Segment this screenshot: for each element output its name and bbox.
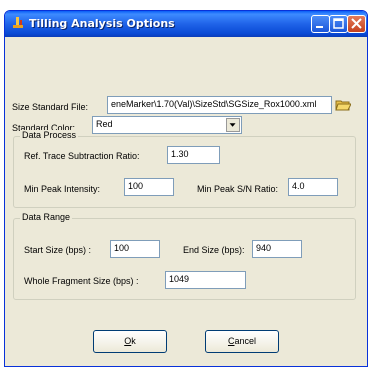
ok-button[interactable]: Ok: [93, 330, 167, 353]
size-standard-label: Size Standard File:: [12, 102, 89, 112]
min-peak-input[interactable]: 100: [124, 178, 174, 196]
ok-label: k: [131, 336, 136, 346]
start-size-label: Start Size (bps) :: [24, 245, 92, 255]
standard-color-value: Red: [96, 119, 113, 129]
open-folder-icon[interactable]: [335, 98, 351, 112]
min-peak-label: Min Peak Intensity:: [24, 184, 101, 194]
ref-trace-input[interactable]: 1.30: [167, 146, 220, 164]
title-bar[interactable]: Tilling Analysis Options: [5, 11, 367, 37]
cancel-label: ancel: [234, 336, 256, 346]
whole-fragment-label: Whole Fragment Size (bps) :: [24, 276, 139, 286]
size-standard-field[interactable]: eneMarker\1.70(Val)\SizeStd\SGSize_Rox10…: [107, 96, 332, 114]
minimize-button[interactable]: [311, 15, 330, 33]
maximize-icon: [333, 18, 344, 29]
min-sn-label: Min Peak S/N Ratio:: [197, 184, 279, 194]
data-range-title: Data Range: [20, 212, 73, 222]
end-size-label: End Size (bps):: [183, 245, 245, 255]
close-icon: [351, 18, 362, 29]
ref-trace-label: Ref. Trace Subtraction Ratio:: [24, 151, 140, 161]
maximize-button[interactable]: [329, 15, 348, 33]
end-size-input[interactable]: 940: [252, 240, 302, 258]
whole-fragment-input[interactable]: 1049: [165, 271, 246, 289]
standard-color-select[interactable]: Red: [92, 116, 242, 134]
min-sn-input[interactable]: 4.0: [288, 178, 338, 196]
minimize-icon: [316, 26, 323, 28]
data-process-title: Data Process: [20, 130, 79, 140]
close-button[interactable]: [347, 15, 366, 33]
tilling-app-icon: [13, 17, 23, 28]
chevron-down-icon: [229, 123, 236, 127]
start-size-input[interactable]: 100: [110, 240, 160, 258]
cancel-button[interactable]: Cancel: [205, 330, 279, 353]
window-title: Tilling Analysis Options: [29, 17, 175, 30]
dropdown-button[interactable]: [226, 118, 240, 132]
